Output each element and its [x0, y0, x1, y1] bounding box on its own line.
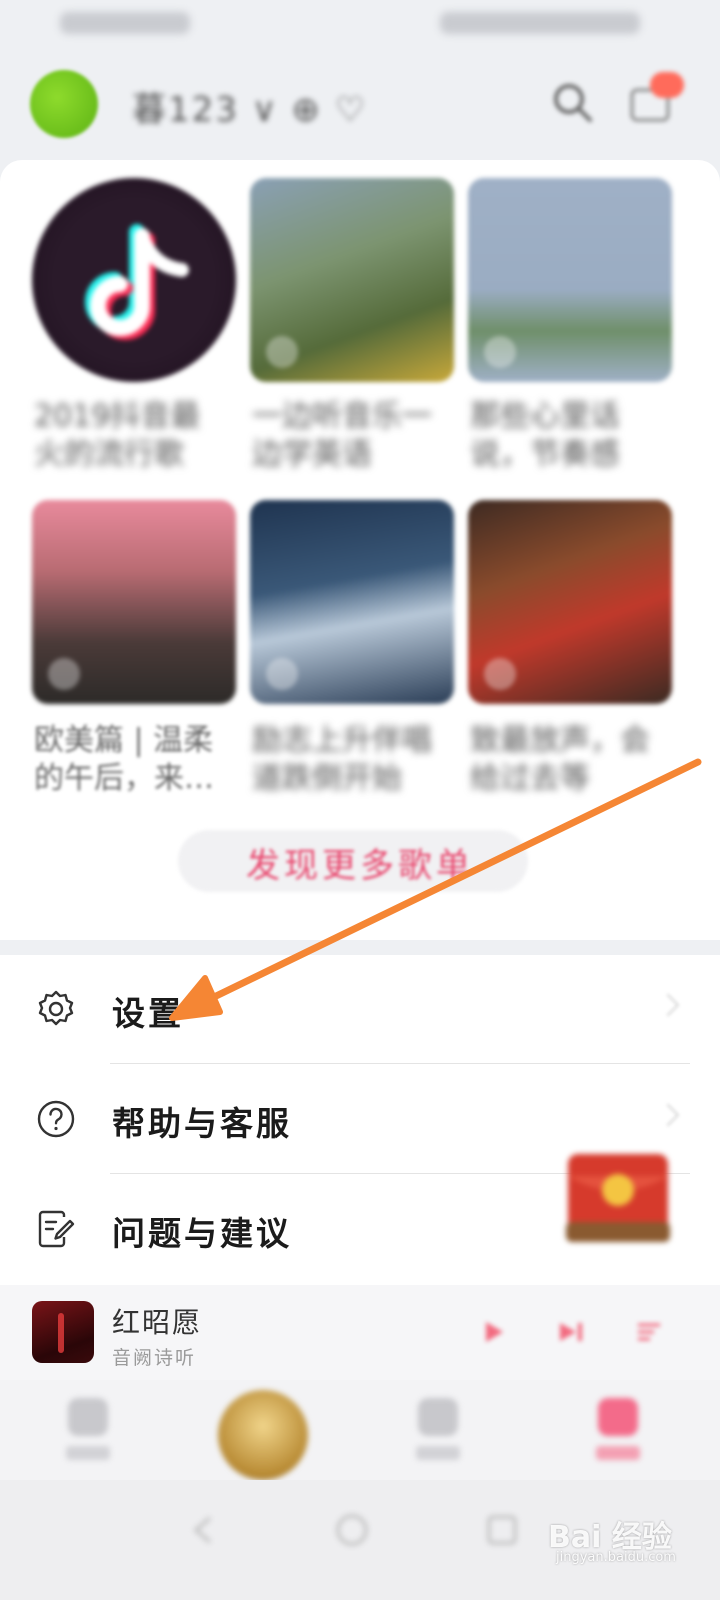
discover-more-label[interactable]: 发现更多歌单	[246, 838, 474, 887]
status-time-signal	[60, 12, 190, 34]
notification-badge	[650, 72, 684, 98]
now-playing-cover[interactable]	[32, 1301, 94, 1363]
mini-player[interactable]: 红昭愿 音阙诗听	[0, 1285, 720, 1380]
status-system-icons	[440, 12, 640, 34]
next-track-icon[interactable]	[556, 1317, 586, 1347]
playlist-title[interactable]: 致最放声，会 给过去等	[470, 722, 670, 798]
search-icon[interactable]	[550, 80, 594, 124]
playlist-title[interactable]: 励志上升伴唱 道跌倒开始	[252, 722, 452, 798]
playlist-title[interactable]: 那些心里话 说，节奏感	[470, 398, 670, 474]
menu-label-help: 帮助与客服	[112, 1104, 292, 1143]
divider	[110, 1063, 690, 1064]
help-circle-icon	[37, 1100, 75, 1138]
play-count-icon	[484, 336, 516, 368]
playlist-cover[interactable]	[32, 500, 236, 704]
playlist-cover[interactable]	[250, 500, 454, 704]
menu-label-feedback: 问题与建议	[112, 1214, 292, 1253]
playlist-cover[interactable]	[468, 500, 672, 704]
back-icon[interactable]	[184, 1510, 224, 1550]
playlist-title[interactable]: 2019抖音最 火的流行歌	[34, 398, 234, 474]
home-circle-icon[interactable]	[332, 1510, 372, 1550]
home-icon	[68, 1398, 108, 1436]
tab-center-badge[interactable]	[218, 1390, 308, 1480]
play-icon[interactable]	[478, 1317, 508, 1347]
tab-label	[416, 1446, 460, 1460]
feedback-icon	[38, 1210, 75, 1248]
playlist-title[interactable]: 一边听音乐一 边学英语	[252, 398, 452, 474]
tiktok-logo-icon	[85, 224, 189, 340]
playlist-cover[interactable]	[32, 178, 236, 382]
tab-label	[596, 1446, 640, 1460]
username[interactable]: 暮123 ∨ ⊕ ♡	[132, 82, 367, 131]
playlist-title[interactable]: 欧美篇 | 温柔 的午后，来…	[34, 722, 234, 798]
playlist-cover[interactable]	[468, 178, 672, 382]
play-count-icon	[484, 658, 516, 690]
chevron-right-icon	[656, 1103, 680, 1127]
recents-icon[interactable]	[482, 1510, 522, 1550]
menu-label-settings: 设置	[112, 994, 184, 1033]
tab-library[interactable]	[398, 1398, 478, 1468]
playlist-cover[interactable]	[250, 178, 454, 382]
bottom-tab-bar	[0, 1380, 720, 1480]
mine-icon	[598, 1398, 638, 1436]
library-icon	[418, 1398, 458, 1436]
menu-item-settings[interactable]: 设置	[0, 955, 720, 1065]
tab-home[interactable]	[48, 1398, 128, 1468]
gear-icon	[38, 990, 74, 1026]
play-count-icon	[48, 658, 80, 690]
watermark-url: jingyan.baidu.com	[556, 1550, 676, 1565]
avatar[interactable]	[30, 70, 98, 138]
tab-mine[interactable]	[578, 1398, 658, 1468]
profile-header: 暮123 ∨ ⊕ ♡	[0, 60, 720, 150]
tab-label	[66, 1446, 110, 1460]
chevron-right-icon	[656, 993, 680, 1017]
now-playing-artist: 音阙诗听	[112, 1347, 197, 1369]
playlist-queue-icon[interactable]	[634, 1317, 664, 1347]
status-bar	[0, 0, 720, 52]
baidu-jingyan-watermark: Bai 经验 jingyan.baidu.com	[548, 1512, 698, 1572]
now-playing-title: 红昭愿	[112, 1306, 203, 1339]
messages-button[interactable]	[628, 72, 684, 128]
red-packet-float-icon[interactable]	[562, 1136, 674, 1246]
play-count-icon	[266, 658, 298, 690]
play-count-icon	[266, 336, 298, 368]
